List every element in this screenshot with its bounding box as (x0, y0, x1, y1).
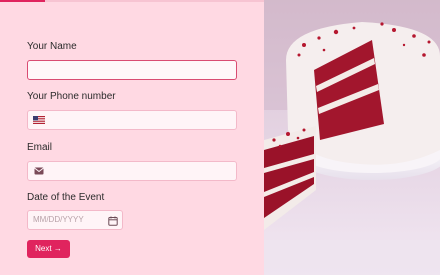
email-input[interactable] (27, 161, 237, 181)
date-label: Date of the Event (27, 192, 105, 203)
date-input[interactable]: MM/DD/YYYY (27, 210, 123, 230)
phone-label: Your Phone number (27, 91, 116, 102)
envelope-icon (33, 166, 45, 176)
name-input[interactable] (27, 60, 237, 80)
progress-fill (0, 0, 45, 2)
email-label: Email (27, 142, 53, 153)
next-button[interactable]: Next → (27, 240, 70, 258)
phone-input[interactable] (27, 110, 237, 130)
date-placeholder: MM/DD/YYYY (33, 215, 84, 224)
calendar-icon[interactable] (108, 215, 118, 226)
cake-photo (264, 0, 440, 275)
form-panel: Your Name Your Phone number Email Date o… (0, 0, 264, 275)
progress-bar (0, 0, 264, 2)
cake-illustration (264, 0, 440, 275)
name-label: Your Name (27, 41, 77, 52)
us-flag-icon[interactable] (33, 115, 45, 125)
